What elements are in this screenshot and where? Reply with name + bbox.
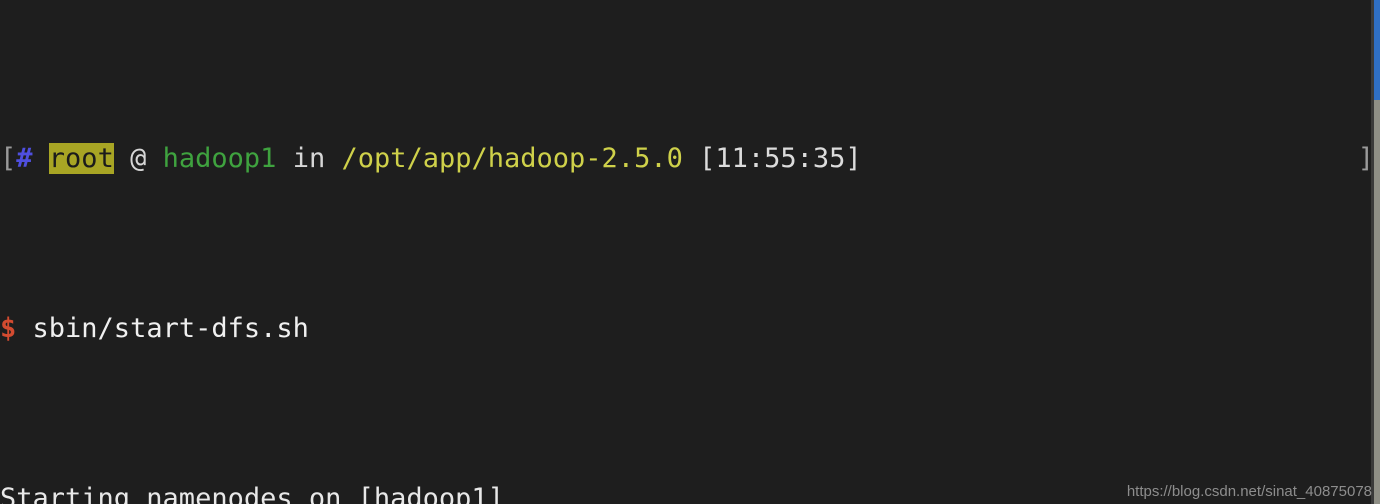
prompt-space-3	[146, 143, 162, 174]
prompt-working-directory: /opt/app/hadoop-2.5.0	[341, 143, 683, 174]
command-text: sbin/start-dfs.sh	[32, 313, 309, 344]
prompt-in-keyword: in	[292, 143, 326, 174]
prompt-open-bracket: [	[0, 143, 17, 174]
prompt-dollar-sign: $	[0, 313, 17, 344]
terminal-window: [# root @ hadoop1 in /opt/app/hadoop-2.5…	[0, 0, 1380, 504]
shell-prompt-line: [# root @ hadoop1 in /opt/app/hadoop-2.5…	[0, 142, 1374, 176]
prompt-at-sign: @	[130, 143, 147, 174]
command-space	[16, 313, 32, 344]
prompt-space-2	[114, 143, 130, 174]
prompt-space-4	[276, 143, 292, 174]
command-input-line[interactable]: $ sbin/start-dfs.sh	[0, 312, 1374, 346]
vertical-scrollbar[interactable]	[1374, 0, 1380, 504]
watermark-text: https://blog.csdn.net/sinat_40875078	[1126, 483, 1372, 500]
scrollbar-thumb[interactable]	[1374, 0, 1380, 100]
prompt-hash-icon: #	[16, 143, 33, 174]
prompt-username: root	[48, 143, 114, 174]
prompt-space-5	[325, 143, 341, 174]
prompt-hostname: hadoop1	[162, 143, 277, 174]
prompt-space-6	[683, 143, 699, 174]
prompt-timestamp: [11:55:35]	[699, 143, 862, 174]
prompt-space-1	[33, 143, 49, 174]
terminal-screen[interactable]: [# root @ hadoop1 in /opt/app/hadoop-2.5…	[0, 0, 1374, 504]
